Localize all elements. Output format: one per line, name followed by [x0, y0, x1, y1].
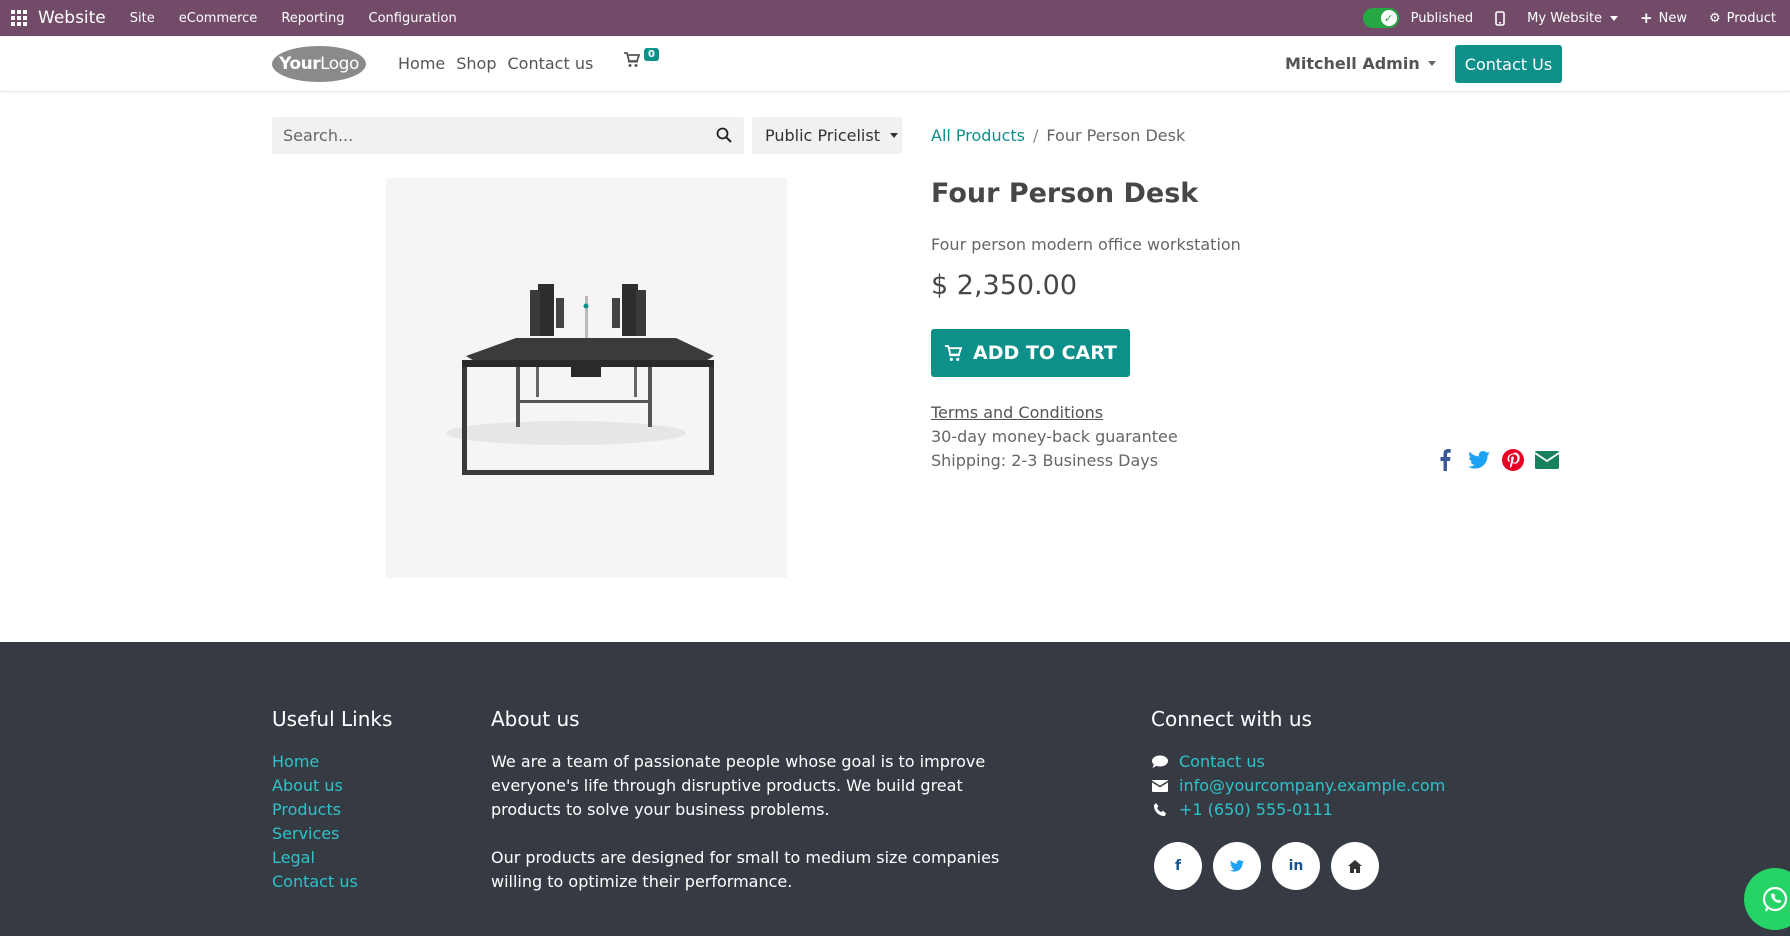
product-label: Product [1726, 10, 1776, 26]
footer-link-services[interactable]: Services [272, 822, 392, 846]
home-icon[interactable] [1331, 842, 1379, 890]
my-website-label: My Website [1527, 10, 1603, 26]
about-heading: About us [491, 707, 580, 731]
footer-email-link[interactable]: info@yourcompany.example.com [1179, 774, 1445, 798]
site-footer: Useful Links Home About us Products Serv… [0, 642, 1790, 936]
share-links [1433, 448, 1559, 472]
nav-contact-us[interactable]: Contact us [508, 54, 594, 73]
add-to-cart-button[interactable]: ADD TO CART [931, 329, 1130, 377]
menu-ecommerce[interactable]: eCommerce [179, 11, 258, 26]
chevron-down-icon [1610, 15, 1619, 21]
product-image[interactable] [386, 178, 787, 578]
published-label: Published [1410, 10, 1474, 26]
product-button[interactable]: ⚙ Product [1709, 11, 1776, 26]
phone-icon [1151, 803, 1169, 817]
footer-link-legal[interactable]: Legal [272, 846, 392, 870]
footer-link-home[interactable]: Home [272, 750, 392, 774]
company-logo[interactable]: Your Logo [272, 46, 366, 82]
site-header: Your Logo Home Shop Contact us 0 Mitchell… [0, 36, 1790, 92]
about-paragraph-2: Our products are designed for small to m… [491, 848, 1000, 891]
my-website-dropdown[interactable]: My Website [1527, 10, 1619, 26]
user-name: Mitchell Admin [1285, 54, 1420, 73]
logo-text-your: Your [279, 54, 321, 74]
shopping-cart-icon [624, 52, 641, 67]
cart-link[interactable]: 0 [624, 48, 659, 72]
useful-links-heading: Useful Links [272, 707, 393, 731]
breadcrumb-current: Four Person Desk [1046, 126, 1186, 145]
shipping-text: Shipping: 2-3 Business Days [931, 451, 1159, 470]
footer-useful-links: Useful Links Home About us Products Serv… [272, 707, 392, 894]
menu-configuration[interactable]: Configuration [369, 11, 457, 26]
about-paragraph-1: We are a team of passionate people whose… [491, 752, 986, 819]
footer-link-products[interactable]: Products [272, 798, 392, 822]
breadcrumb: All Products / Four Person Desk [931, 126, 1185, 145]
contact-row-email: info@yourcompany.example.com [1151, 774, 1445, 798]
product-description: Four person modern office workstation [931, 235, 1241, 254]
pricelist-dropdown[interactable]: Public Pricelist [752, 117, 902, 154]
contact-us-button[interactable]: Contact Us [1455, 45, 1562, 83]
twitter-share-icon[interactable] [1467, 448, 1491, 472]
main-nav: Home Shop Contact us [398, 54, 594, 73]
app-name[interactable]: Website [38, 8, 106, 28]
desk-illustration [446, 284, 714, 475]
logo-text-logo: Logo [320, 54, 359, 74]
new-label: New [1658, 10, 1687, 26]
product-price: $ 2,350.00 [931, 270, 1077, 301]
footer-contact-link[interactable]: Contact us [1179, 750, 1265, 774]
search-icon[interactable] [716, 127, 732, 147]
publish-toggle[interactable]: ✓ Published [1362, 8, 1474, 28]
footer-link-contact-us[interactable]: Contact us [272, 870, 392, 894]
search-input[interactable] [272, 117, 692, 154]
pinterest-share-icon[interactable] [1501, 448, 1525, 472]
social-links: f in [1154, 842, 1445, 890]
email-share-icon[interactable] [1535, 448, 1559, 472]
facebook-share-icon[interactable] [1433, 448, 1457, 472]
menu-site[interactable]: Site [130, 11, 155, 26]
connect-heading: Connect with us [1151, 707, 1312, 731]
pricelist-label: Public Pricelist [765, 126, 880, 145]
menu-reporting[interactable]: Reporting [281, 11, 344, 26]
breadcrumb-all-products[interactable]: All Products [931, 126, 1025, 145]
breadcrumb-separator: / [1033, 126, 1039, 145]
mobile-preview-button[interactable] [1495, 10, 1505, 26]
comment-icon [1151, 755, 1169, 769]
product-title: Four Person Desk [931, 178, 1199, 209]
guarantee-text: 30-day money-back guarantee [931, 427, 1178, 446]
chevron-down-icon [889, 133, 898, 138]
shopping-cart-icon [945, 344, 963, 361]
terms-link[interactable]: Terms and Conditions [931, 403, 1103, 422]
add-to-cart-label: ADD TO CART [973, 342, 1117, 364]
chevron-down-icon [1427, 61, 1436, 66]
twitter-icon[interactable] [1213, 842, 1261, 890]
footer-phone-link[interactable]: +1 (650) 555-0111 [1179, 798, 1333, 822]
contact-row-contact: Contact us [1151, 750, 1445, 774]
facebook-icon[interactable]: f [1154, 842, 1202, 890]
product-search [272, 117, 744, 154]
footer-connect: Connect with us Contact us info@yourcomp… [1151, 707, 1445, 890]
whatsapp-icon [1762, 886, 1788, 912]
nav-home[interactable]: Home [398, 54, 445, 73]
cart-count-badge: 0 [644, 48, 659, 61]
footer-link-about-us[interactable]: About us [272, 774, 392, 798]
mobile-icon [1495, 10, 1505, 26]
toggle-switch[interactable]: ✓ [1362, 8, 1399, 28]
plus-icon: + [1640, 9, 1653, 27]
nav-shop[interactable]: Shop [456, 54, 496, 73]
user-menu[interactable]: Mitchell Admin [1285, 54, 1436, 73]
check-icon: ✓ [1383, 11, 1394, 25]
linkedin-icon[interactable]: in [1272, 842, 1320, 890]
gear-icon: ⚙ [1708, 10, 1721, 26]
envelope-icon [1151, 780, 1169, 792]
apps-menu-icon[interactable] [0, 0, 38, 36]
admin-bar: Website Site eCommerce Reporting Configu… [0, 0, 1790, 36]
contact-row-phone: +1 (650) 555-0111 [1151, 798, 1445, 822]
new-button[interactable]: + New [1640, 9, 1687, 27]
footer-about: About us We are a team of passionate peo… [491, 707, 1016, 894]
